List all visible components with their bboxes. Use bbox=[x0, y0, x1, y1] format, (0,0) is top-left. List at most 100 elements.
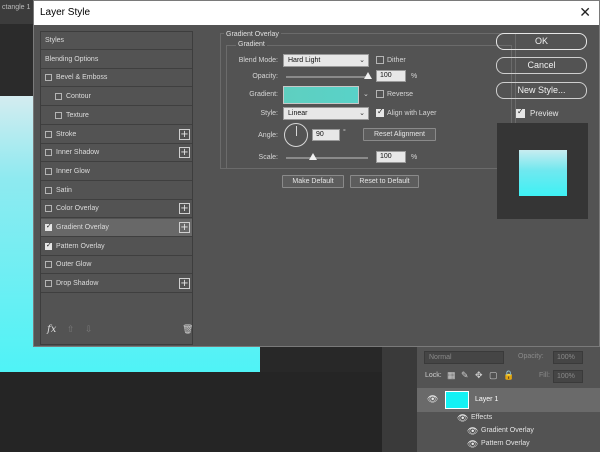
opacity-unit: % bbox=[411, 73, 418, 80]
preview-checkbox[interactable] bbox=[516, 107, 525, 118]
effect-row-pattern-overlay[interactable]: 👁 Pattern Overlay bbox=[417, 438, 600, 451]
style-item-stroke[interactable]: Stroke + bbox=[41, 126, 192, 144]
lock-artboard-icon[interactable]: ▢ bbox=[489, 370, 498, 381]
style-item-gradient-overlay[interactable]: Gradient Overlay + bbox=[41, 219, 192, 237]
style-checkbox[interactable] bbox=[45, 261, 52, 269]
style-item-inner-shadow[interactable]: Inner Shadow + bbox=[41, 144, 192, 163]
make-default-button[interactable]: Make Default bbox=[282, 175, 344, 188]
style-select[interactable]: Linear ⌄ bbox=[283, 107, 369, 120]
gradient-label: Gradient: bbox=[249, 91, 278, 98]
move-up-icon[interactable]: ⇧ bbox=[67, 325, 75, 335]
style-item-bevel-emboss[interactable]: Bevel & Emboss bbox=[41, 69, 192, 88]
align-with-layer-checkbox[interactable] bbox=[376, 107, 384, 117]
style-checkbox[interactable] bbox=[45, 280, 52, 288]
scale-slider-track[interactable] bbox=[286, 157, 368, 159]
close-icon[interactable]: ✕ bbox=[579, 4, 591, 21]
angle-field[interactable]: 90 bbox=[312, 129, 340, 141]
chevron-down-icon[interactable]: ⌄ bbox=[363, 90, 369, 98]
add-effect-icon[interactable]: + bbox=[179, 222, 190, 233]
ok-button[interactable]: OK bbox=[496, 33, 587, 50]
style-item-satin[interactable]: Satin bbox=[41, 182, 192, 200]
style-item-drop-shadow[interactable]: Drop Shadow + bbox=[41, 275, 192, 294]
style-item-label: Inner Shadow bbox=[56, 149, 100, 157]
style-item-texture[interactable]: Texture bbox=[41, 107, 192, 125]
eye-icon[interactable]: 👁 bbox=[467, 426, 478, 437]
opacity-label: Opacity: bbox=[252, 73, 278, 80]
lock-all-icon[interactable]: 🔒 bbox=[503, 370, 514, 381]
style-checkbox[interactable] bbox=[45, 222, 52, 231]
style-item-blending-options[interactable]: Blending Options bbox=[41, 51, 192, 69]
style-item-label: Stroke bbox=[56, 130, 77, 138]
add-effect-icon[interactable]: + bbox=[179, 128, 190, 140]
add-effect-icon[interactable]: + bbox=[179, 147, 190, 159]
style-checkbox[interactable] bbox=[45, 167, 52, 175]
document-tab[interactable]: ctangle 1 bbox=[0, 0, 34, 24]
style-checkbox[interactable] bbox=[45, 149, 52, 157]
style-checkbox[interactable] bbox=[45, 241, 52, 250]
reset-alignment-button[interactable]: Reset Alignment bbox=[363, 128, 436, 141]
workspace-background-bottom bbox=[0, 372, 382, 452]
reverse-checkbox[interactable] bbox=[376, 90, 384, 98]
angle-dial[interactable] bbox=[284, 123, 308, 147]
preview-area bbox=[497, 123, 588, 219]
add-effect-icon[interactable]: + bbox=[179, 278, 190, 290]
move-down-icon[interactable]: ⇩ bbox=[85, 325, 93, 335]
style-item-pattern-overlay[interactable]: Pattern Overlay bbox=[41, 238, 192, 256]
blend-mode-label: Blend Mode: bbox=[238, 57, 278, 64]
gradient-swatch[interactable] bbox=[283, 86, 359, 104]
style-item-styles[interactable]: Styles bbox=[41, 32, 192, 50]
cancel-button[interactable]: Cancel bbox=[496, 57, 587, 74]
chevron-down-icon: ⌄ bbox=[359, 109, 365, 117]
fill-field[interactable]: 100% bbox=[553, 370, 583, 383]
blend-mode-select[interactable]: Hard Light ⌄ bbox=[283, 54, 369, 67]
style-checkbox[interactable] bbox=[45, 186, 52, 194]
effects-row[interactable]: 👁 Effects bbox=[417, 412, 600, 425]
new-style-button[interactable]: New Style... bbox=[496, 82, 587, 99]
layer-opacity-label: Opacity: bbox=[518, 353, 544, 360]
layers-toolbar: Normal Opacity: 100% bbox=[417, 348, 600, 366]
eye-icon[interactable]: 👁 bbox=[457, 413, 468, 424]
trash-icon[interactable]: 🗑 bbox=[182, 325, 193, 335]
opacity-slider-thumb[interactable] bbox=[364, 72, 372, 79]
style-checkbox[interactable] bbox=[55, 111, 62, 119]
reset-to-default-button[interactable]: Reset to Default bbox=[350, 175, 419, 188]
preview-label: Preview bbox=[530, 109, 559, 118]
lock-position-icon[interactable]: ✥ bbox=[475, 370, 483, 381]
style-item-color-overlay[interactable]: Color Overlay + bbox=[41, 200, 192, 219]
style-item-label: Inner Glow bbox=[56, 167, 90, 175]
fx-icon[interactable]: fx bbox=[47, 324, 56, 335]
reverse-label: Reverse bbox=[387, 91, 414, 98]
layer-opacity-field[interactable]: 100% bbox=[553, 351, 583, 364]
eye-icon[interactable]: 👁 bbox=[467, 439, 478, 450]
style-item-label: Blending Options bbox=[45, 55, 99, 63]
style-checkbox[interactable] bbox=[45, 205, 52, 213]
effects-label: Effects bbox=[471, 414, 493, 421]
lock-image-icon[interactable]: ✎ bbox=[461, 370, 469, 381]
fill-label: Fill: bbox=[539, 372, 550, 379]
opacity-slider-track[interactable] bbox=[286, 76, 368, 78]
dither-checkbox[interactable] bbox=[376, 56, 384, 64]
style-checkbox[interactable] bbox=[45, 130, 52, 138]
style-item-label: Color Overlay bbox=[56, 205, 99, 213]
scale-field[interactable]: 100 bbox=[376, 151, 406, 163]
style-item-contour[interactable]: Contour bbox=[41, 88, 192, 107]
style-item-outer-glow[interactable]: Outer Glow bbox=[41, 256, 192, 275]
lock-transparent-icon[interactable]: ▦ bbox=[447, 370, 456, 381]
layer-row[interactable]: 👁 Layer 1 bbox=[417, 388, 600, 412]
style-item-label: Texture bbox=[66, 111, 89, 119]
effect-label: Pattern Overlay bbox=[481, 440, 530, 447]
dialog-titlebar[interactable]: Layer Style ✕ bbox=[34, 1, 599, 25]
scale-slider-thumb[interactable] bbox=[309, 153, 318, 160]
opacity-field[interactable]: 100 bbox=[376, 70, 406, 82]
style-checkbox[interactable] bbox=[45, 74, 52, 82]
style-item-inner-glow[interactable]: Inner Glow bbox=[41, 163, 192, 181]
preview-swatch bbox=[519, 150, 567, 196]
eye-icon[interactable]: 👁 bbox=[427, 394, 438, 405]
style-item-label: Bevel & Emboss bbox=[56, 74, 108, 82]
add-effect-icon[interactable]: + bbox=[179, 203, 190, 215]
styles-list-footer: fx ⇧ ⇩ 🗑 bbox=[41, 322, 193, 342]
effect-row-gradient-overlay[interactable]: 👁 Gradient Overlay bbox=[417, 425, 600, 438]
lock-label: Lock: bbox=[425, 372, 442, 379]
style-checkbox[interactable] bbox=[55, 93, 62, 101]
layer-blend-mode-select[interactable]: Normal bbox=[424, 351, 504, 364]
